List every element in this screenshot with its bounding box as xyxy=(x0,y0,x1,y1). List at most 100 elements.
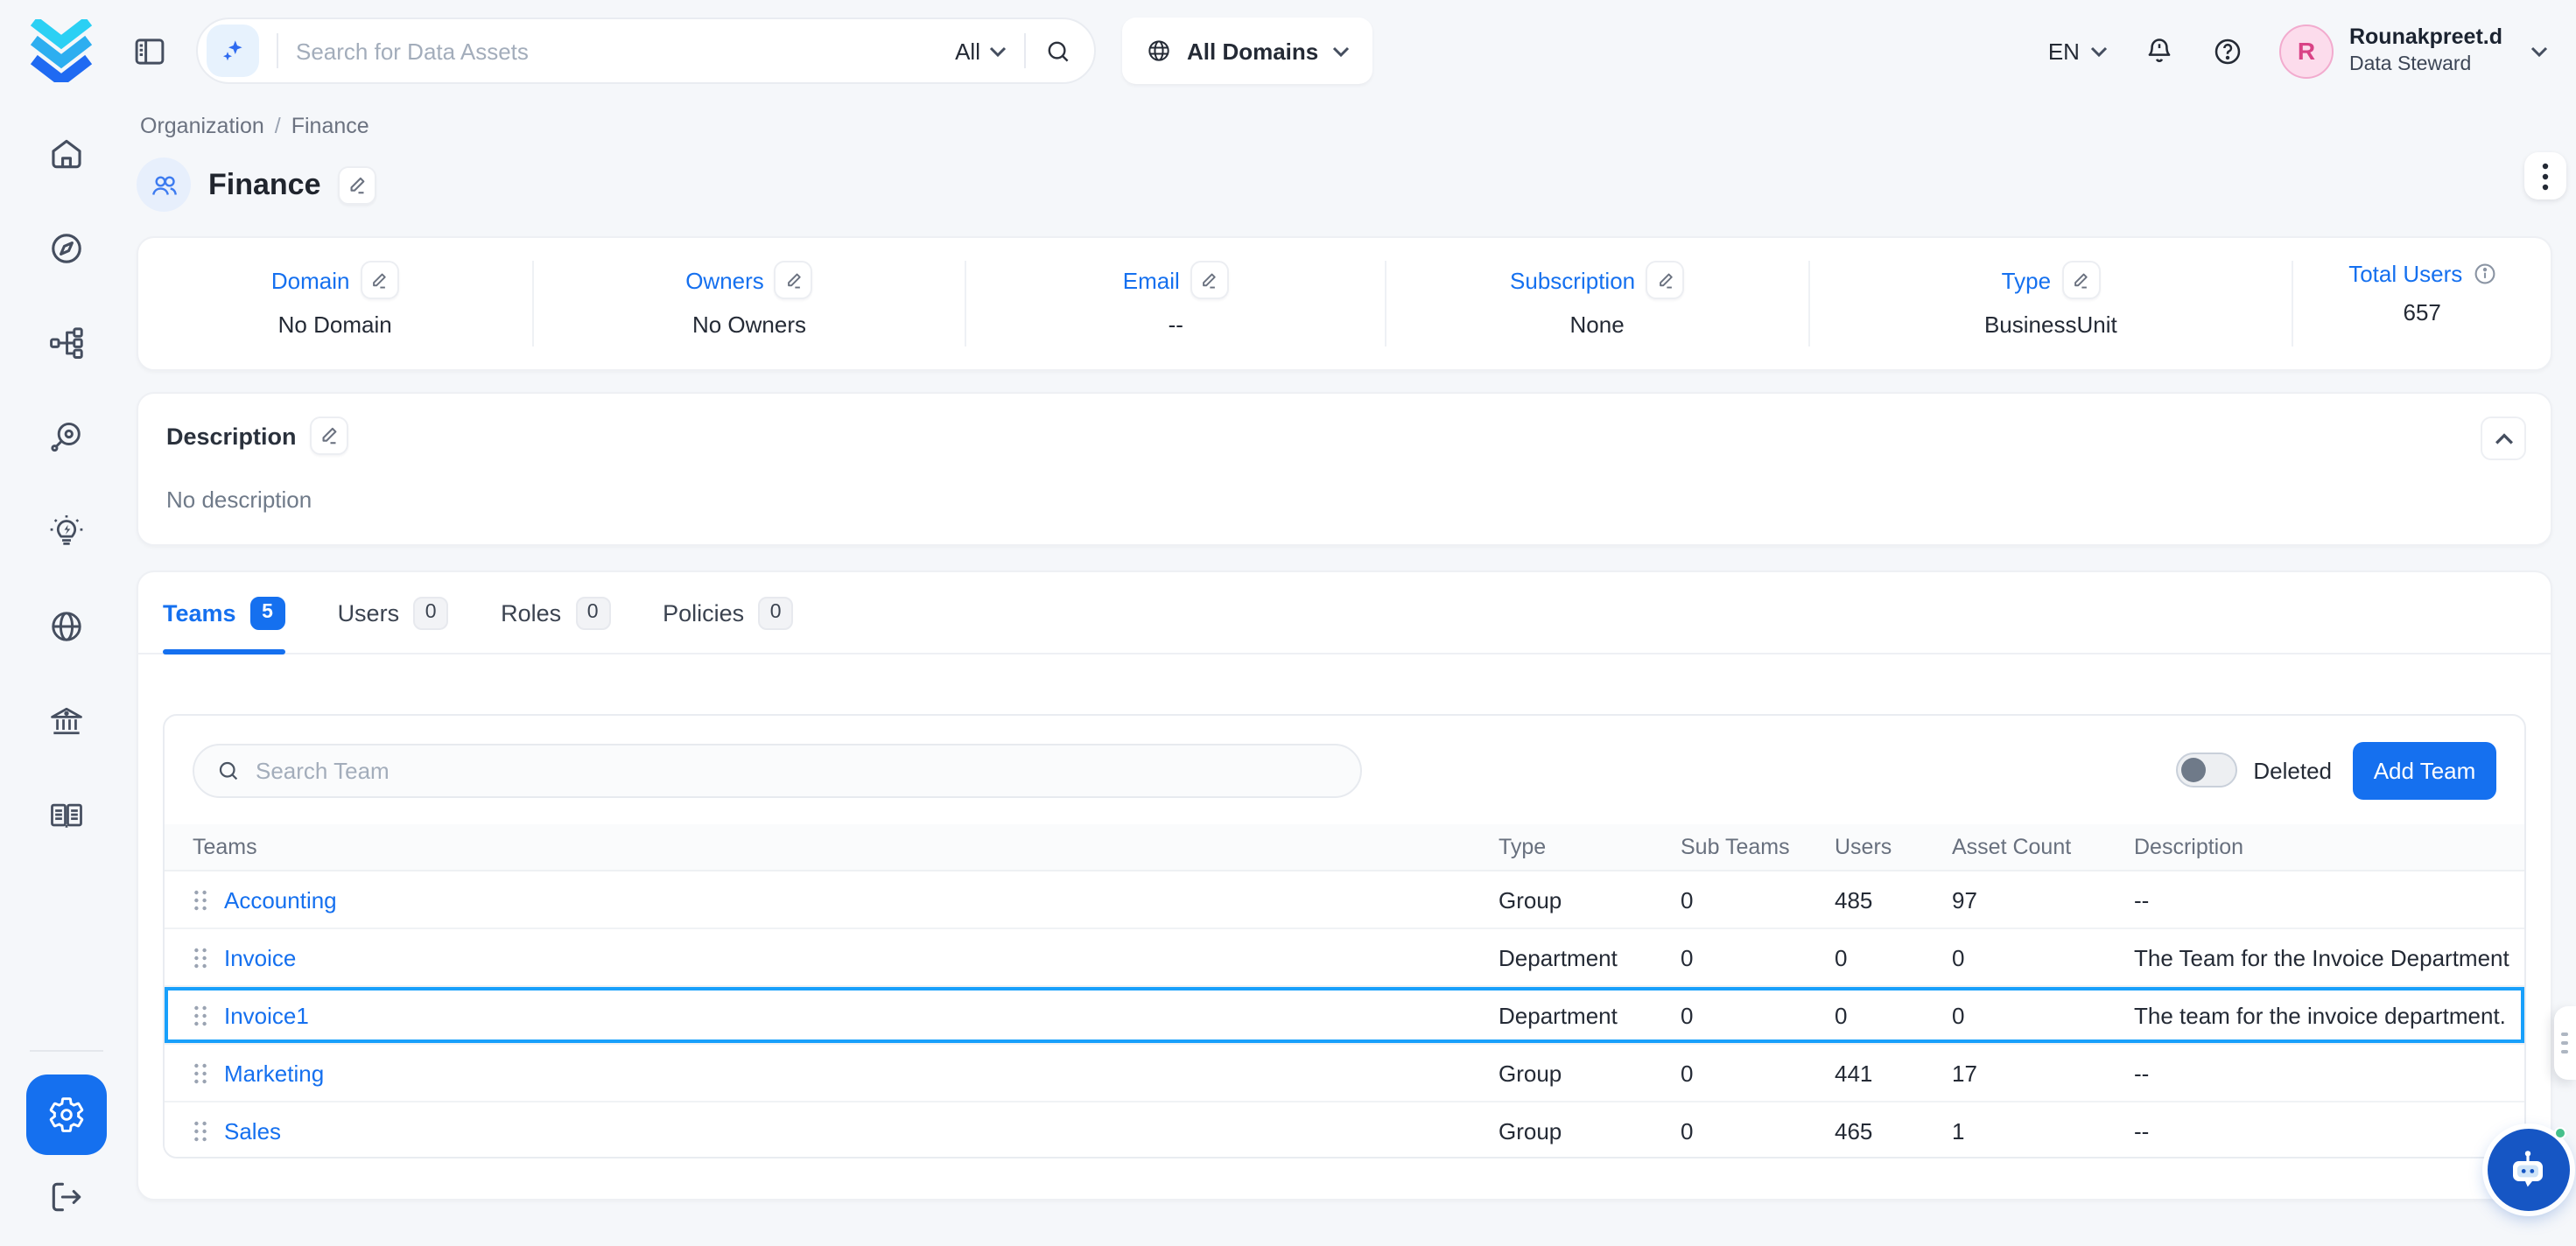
table-row-marketing[interactable]: Marketing Group 0 441 17 -- xyxy=(165,1045,2524,1102)
team-link[interactable]: Marketing xyxy=(224,1060,324,1086)
cell-description: -- xyxy=(2120,1118,2524,1144)
chevron-down-icon xyxy=(2529,45,2548,57)
sidebar-item-glossary[interactable] xyxy=(45,794,87,836)
edit-description-icon[interactable] xyxy=(311,416,349,455)
chevron-down-icon xyxy=(2090,45,2108,57)
info-field-type: Type BusinessUnit xyxy=(1807,261,2292,346)
page-actions-kebab-icon[interactable] xyxy=(2524,152,2566,200)
domains-dropdown[interactable]: All Domains xyxy=(1122,18,1372,84)
user-role: Data Steward xyxy=(2349,52,2502,77)
cell-sub-teams: 0 xyxy=(1667,886,1821,913)
globe-icon xyxy=(1145,37,1173,65)
cell-type: Department xyxy=(1485,1002,1667,1028)
language-dropdown[interactable]: EN xyxy=(2048,38,2108,64)
table-row-accounting[interactable]: Accounting Group 0 485 97 -- xyxy=(165,872,2524,929)
cell-users: 441 xyxy=(1821,1060,1938,1086)
add-team-button[interactable]: Add Team xyxy=(2353,741,2496,799)
tab-count-badge: 0 xyxy=(575,596,610,629)
tab-count-badge: 0 xyxy=(758,596,793,629)
info-icon xyxy=(2473,262,2495,285)
divider xyxy=(29,1050,102,1052)
team-info-strip: Domain No Domain Owners No Owners Email … xyxy=(137,236,2552,371)
cell-sub-teams: 0 xyxy=(1667,1060,1821,1086)
team-link[interactable]: Accounting xyxy=(224,886,337,913)
tab-users[interactable]: Users0 xyxy=(338,572,449,653)
ai-sparkle-icon[interactable] xyxy=(207,24,259,77)
cell-sub-teams: 0 xyxy=(1667,944,1821,970)
left-sidebar xyxy=(0,102,131,1246)
robot-icon xyxy=(2505,1147,2551,1193)
collapse-description-icon[interactable] xyxy=(2481,416,2526,460)
chevron-down-icon xyxy=(1332,45,1350,57)
drag-handle-icon[interactable] xyxy=(193,946,208,969)
help-icon[interactable] xyxy=(2211,34,2244,67)
drag-handle-icon[interactable] xyxy=(193,1004,208,1026)
chat-assistant-button[interactable] xyxy=(2487,1129,2569,1211)
info-label: Domain xyxy=(271,267,350,293)
cell-users: 485 xyxy=(1821,886,1938,913)
search-icon[interactable] xyxy=(1043,36,1073,66)
team-search-input[interactable] xyxy=(256,757,1339,783)
table-row-invoice1-selected[interactable]: Invoice1 Department 0 0 0 The team for t… xyxy=(165,987,2524,1045)
global-search-input[interactable] xyxy=(296,38,955,64)
deleted-toggle[interactable] xyxy=(2176,752,2237,788)
sidebar-item-explore[interactable] xyxy=(45,228,87,270)
column-header-sub-teams: Sub Teams xyxy=(1667,835,1821,859)
sidebar-item-home[interactable] xyxy=(45,133,87,175)
sidebar-item-lineage[interactable] xyxy=(45,322,87,364)
page-title: Finance xyxy=(208,167,321,202)
edit-email-icon[interactable] xyxy=(1190,261,1229,299)
cell-sub-teams: 0 xyxy=(1667,1118,1821,1144)
cell-type: Group xyxy=(1485,1060,1667,1086)
description-panel: Description No description xyxy=(137,392,2552,546)
edit-title-icon[interactable] xyxy=(339,165,377,204)
info-value: No Domain xyxy=(278,312,392,338)
edit-domain-icon[interactable] xyxy=(360,261,398,299)
side-peek-handle[interactable] xyxy=(2553,1006,2576,1080)
chevron-up-icon xyxy=(2494,431,2513,445)
user-profile-menu[interactable]: R Rounakpreet.d Data Steward xyxy=(2279,24,2548,78)
gear-icon xyxy=(46,1096,85,1134)
drag-handle-icon[interactable] xyxy=(193,1120,208,1143)
info-field-email: Email -- xyxy=(965,261,1385,346)
cell-users: 0 xyxy=(1821,944,1938,970)
team-link[interactable]: Invoice xyxy=(224,944,296,970)
cell-asset-count: 1 xyxy=(1938,1118,2120,1144)
edit-subscription-icon[interactable] xyxy=(1646,261,1684,299)
tab-teams[interactable]: Teams5 xyxy=(163,572,285,653)
cell-sub-teams: 0 xyxy=(1667,1002,1821,1028)
tab-roles[interactable]: Roles0 xyxy=(501,572,610,653)
search-scope-dropdown[interactable]: All xyxy=(955,38,1007,64)
table-row-invoice[interactable]: Invoice Department 0 0 0 The Team for th… xyxy=(165,929,2524,987)
main-content: Organization/Finance Finance xyxy=(131,102,2576,1246)
edit-owners-icon[interactable] xyxy=(775,261,813,299)
info-label: Type xyxy=(2002,267,2051,293)
info-label: Owners xyxy=(685,267,764,293)
tab-policies[interactable]: Policies0 xyxy=(663,572,793,653)
sidebar-item-settings[interactable] xyxy=(25,1074,106,1155)
table-row-sales[interactable]: Sales Group 0 465 1 -- xyxy=(165,1102,2524,1158)
openmetadata-logo-icon[interactable] xyxy=(28,19,95,82)
team-link[interactable]: Sales xyxy=(224,1118,281,1144)
sidebar-item-governance[interactable] xyxy=(45,700,87,742)
cell-description: The team for the invoice department. xyxy=(2120,1002,2524,1028)
sidebar-item-domains[interactable] xyxy=(45,606,87,648)
drag-handle-icon[interactable] xyxy=(193,888,208,911)
app-window: All All Domains EN xyxy=(0,0,2576,1246)
info-value: 657 xyxy=(2404,299,2441,326)
breadcrumb-root[interactable]: Organization xyxy=(140,114,264,138)
team-link[interactable]: Invoice1 xyxy=(224,1002,309,1028)
edit-type-icon[interactable] xyxy=(2061,261,2100,299)
global-search-bar: All xyxy=(196,18,1096,84)
cell-users: 465 xyxy=(1821,1118,1938,1144)
teams-table-header: Teams Type Sub Teams Users Asset Count D… xyxy=(165,824,2524,872)
notifications-bell-icon[interactable] xyxy=(2143,34,2176,67)
sidebar-toggle-icon[interactable] xyxy=(126,28,172,74)
sidebar-item-insights[interactable] xyxy=(45,511,87,553)
page-header: Finance xyxy=(137,158,2552,212)
drag-handle-icon[interactable] xyxy=(193,1061,208,1084)
sidebar-item-observability[interactable] xyxy=(45,416,87,458)
logout-icon[interactable] xyxy=(45,1176,87,1218)
info-field-subscription: Subscription None xyxy=(1385,261,1807,346)
tab-bar: Teams5 Users0 Roles0 Policies0 xyxy=(138,572,2551,654)
